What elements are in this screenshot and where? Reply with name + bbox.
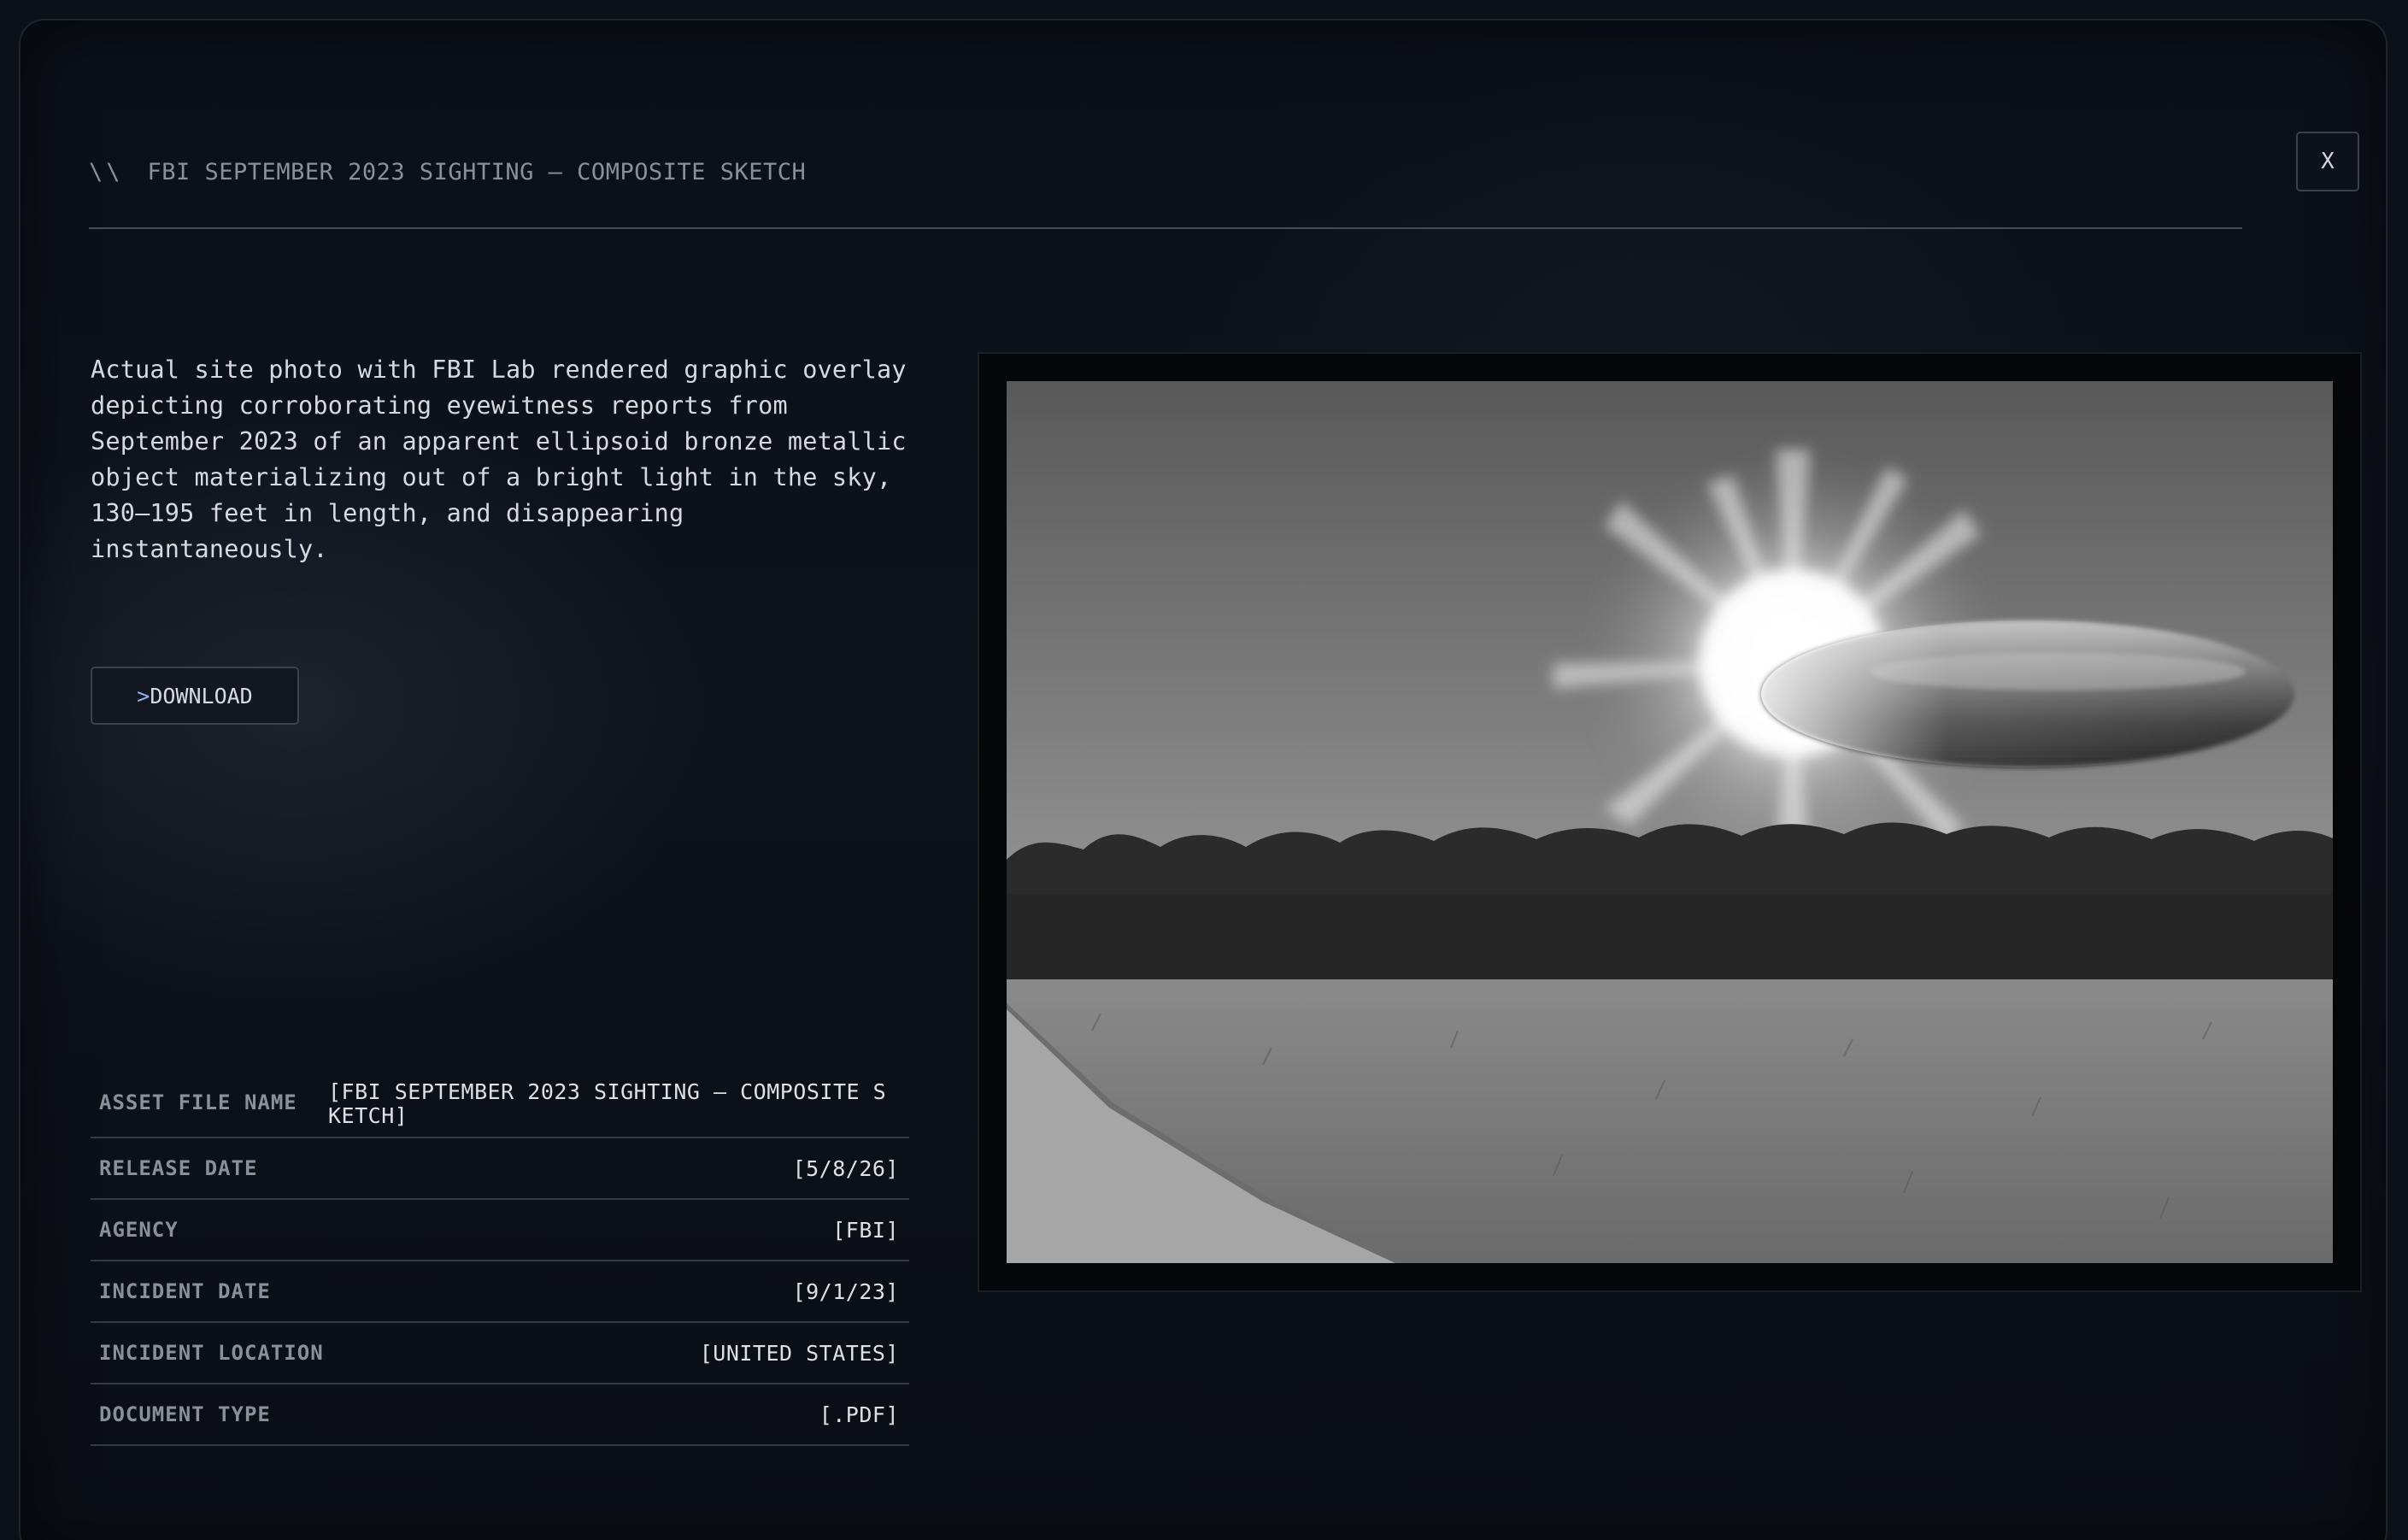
metadata-value: [FBI SEPTEMBER 2023 SIGHTING – COMPOSITE… (328, 1079, 887, 1128)
download-button[interactable]: > DOWNLOAD (91, 667, 299, 725)
asset-description: Actual site photo with FBI Lab rendered … (91, 356, 907, 563)
metadata-row-incident-date: INCIDENT DATE [9/1/23] (91, 1261, 909, 1323)
asset-modal: \\ FBI SEPTEMBER 2023 SIGHTING – COMPOSI… (19, 19, 2387, 1540)
metadata-key: RELEASE DATE (99, 1156, 258, 1180)
treeline (1007, 822, 2333, 979)
metadata-key: INCIDENT DATE (99, 1279, 271, 1303)
metadata-key: AGENCY (99, 1218, 179, 1242)
metadata-value: [FBI] (832, 1217, 899, 1243)
metadata-value: [9/1/23] (792, 1278, 899, 1304)
ellipsoid-object (1761, 620, 2294, 767)
metadata-table: ASSET FILE NAME [FBI SEPTEMBER 2023 SIGH… (91, 1068, 909, 1446)
page-title: FBI SEPTEMBER 2023 SIGHTING – COMPOSITE … (147, 159, 807, 185)
title-prefix: \\ (89, 159, 124, 185)
metadata-key: INCIDENT LOCATION (99, 1341, 324, 1365)
metadata-row-release-date: RELEASE DATE [5/8/26] (91, 1138, 909, 1200)
download-label: DOWNLOAD (150, 683, 253, 708)
close-button[interactable]: X (2296, 132, 2359, 191)
metadata-key: DOCUMENT TYPE (99, 1402, 271, 1426)
metadata-value: [5/8/26] (792, 1155, 899, 1181)
sighting-photo[interactable] (1007, 381, 2333, 1263)
modal-header: \\ FBI SEPTEMBER 2023 SIGHTING – COMPOSI… (89, 159, 806, 185)
header-divider (89, 227, 2242, 229)
metadata-row-agency: AGENCY [FBI] (91, 1200, 909, 1261)
metadata-value: [.PDF] (819, 1402, 899, 1427)
download-prefix: > (137, 683, 150, 708)
metadata-key: ASSET FILE NAME (99, 1090, 297, 1114)
metadata-row-incident-location: INCIDENT LOCATION [UNITED STATES] (91, 1323, 909, 1384)
metadata-value: [UNITED STATES] (699, 1340, 899, 1366)
metadata-row-document-type: DOCUMENT TYPE [.PDF] (91, 1384, 909, 1446)
metadata-row-file-name: ASSET FILE NAME [FBI SEPTEMBER 2023 SIGH… (91, 1068, 909, 1138)
image-frame (978, 352, 2362, 1292)
